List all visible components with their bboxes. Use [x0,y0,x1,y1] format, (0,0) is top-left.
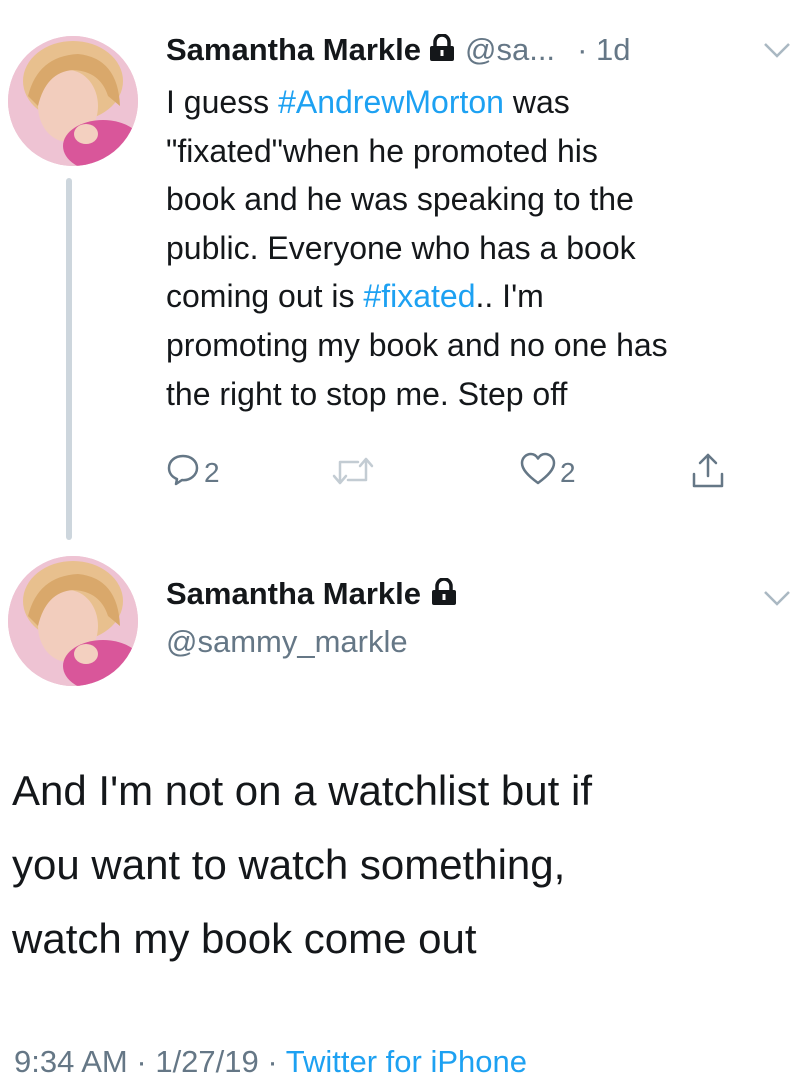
author-handle[interactable]: @sa... [465,32,555,68]
tweet-line: coming out is #fixated.. I'm [166,278,544,315]
time-ago[interactable]: · 1d [577,32,630,68]
tweet-line: promoting my book and no one has [166,326,668,363]
reply-tweet-text: I guess #AndrewMorton was "fixated"when … [166,78,796,418]
like-icon [520,452,560,493]
hashtag-link[interactable]: #fixated [363,278,475,314]
tweet-line: public. Everyone who has a book [166,229,636,266]
lock-icon [431,576,457,611]
like-count: 2 [560,456,576,488]
hashtag-link[interactable]: #AndrewMorton [278,84,504,120]
reply-button[interactable]: 2 [166,452,220,493]
reply-count: 2 [204,456,220,488]
main-tweet-header: Samantha Markle [166,576,457,612]
author-name[interactable]: Samantha Markle [166,576,421,612]
tweet-line: And I'm not on a watchlist but if [12,767,592,814]
share-icon [690,452,730,497]
chevron-down-icon[interactable] [762,588,792,613]
tweet-meta: 9:34 AM · 1/27/19 · Twitter for iPhone [14,1044,527,1080]
chevron-down-icon[interactable] [762,40,792,65]
reply-icon [166,452,204,493]
retweet-icon [330,456,380,493]
client-link[interactable]: Twitter for iPhone [286,1044,527,1079]
reply-tweet-header: Samantha Markle @sa... · 1d [166,32,630,68]
author-handle[interactable]: @sammy_markle [166,624,408,660]
avatar[interactable] [8,36,138,166]
meta-separator: · [136,1044,147,1079]
like-button[interactable]: 2 [520,452,576,493]
tweet-line: book and he was speaking to the [166,181,634,218]
author-name[interactable]: Samantha Markle [166,32,421,68]
meta-separator: · [267,1044,278,1079]
main-tweet-text: And I'm not on a watchlist but if you wa… [12,754,592,976]
thread-connector-line [66,178,72,540]
share-button[interactable] [690,452,730,497]
tweet-line: watch my book come out [12,915,477,962]
tweet-date[interactable]: 1/27/19 [155,1044,258,1079]
retweet-button[interactable] [330,456,380,493]
tweet-line: I guess #AndrewMorton was [166,84,570,120]
avatar[interactable] [8,556,138,686]
tweet-line: you want to watch something, [12,841,566,888]
tweet-time[interactable]: 9:34 AM [14,1044,128,1079]
tweet-line: the right to stop me. Step off [166,375,568,412]
tweet-line: "fixated"when he promoted his [166,132,598,169]
lock-icon [429,32,455,67]
